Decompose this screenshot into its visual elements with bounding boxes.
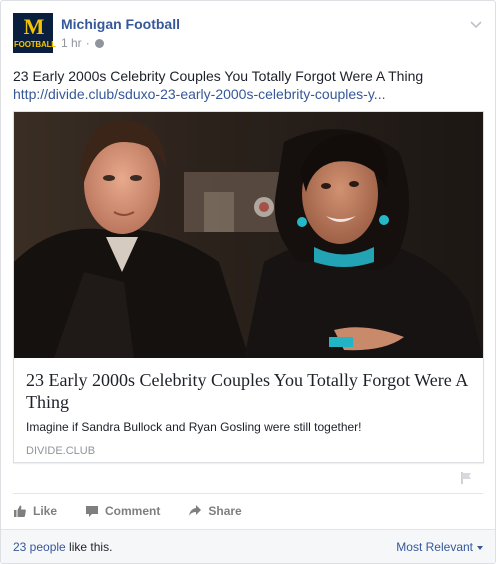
- page-name-link[interactable]: Michigan Football: [61, 15, 180, 33]
- sort-label: Most Relevant: [396, 540, 473, 554]
- feed-post: M FOOTBALL Michigan Football 1 hr · 23 E…: [0, 0, 496, 564]
- preview-title[interactable]: 23 Early 2000s Celebrity Couples You Tot…: [26, 369, 471, 413]
- page-avatar[interactable]: M FOOTBALL: [13, 13, 56, 53]
- preview-body[interactable]: 23 Early 2000s Celebrity Couples You Tot…: [14, 358, 483, 462]
- action-bar: Like Comment Share: [13, 497, 270, 525]
- post-header: M FOOTBALL Michigan Football 1 hr ·: [13, 13, 483, 55]
- meta-separator: ·: [85, 36, 90, 50]
- preview-description: Imagine if Sandra Bullock and Ryan Gosli…: [26, 420, 362, 434]
- share-icon: [189, 505, 202, 516]
- caret-down-icon: [477, 546, 483, 550]
- comment-sort-dropdown[interactable]: Most Relevant: [396, 540, 483, 554]
- chevron-down-icon[interactable]: [469, 17, 483, 31]
- likes-suffix: like this.: [65, 540, 113, 554]
- post-timestamp[interactable]: 1 hr: [61, 35, 82, 51]
- link-preview[interactable]: 23 Early 2000s Celebrity Couples You Tot…: [13, 111, 484, 463]
- post-footer: 23 people like this. Most Relevant: [1, 529, 495, 563]
- globe-icon: [94, 38, 104, 48]
- actions-divider: [13, 493, 483, 494]
- comment-icon: [86, 506, 99, 517]
- post-meta: 1 hr ·: [61, 35, 104, 51]
- comment-label: Comment: [105, 504, 161, 518]
- comment-button[interactable]: Comment: [85, 504, 160, 518]
- like-button[interactable]: Like: [13, 504, 57, 518]
- share-label: Share: [208, 504, 242, 518]
- avatar-subtext: FOOTBALL: [14, 40, 56, 49]
- preview-image[interactable]: [14, 112, 483, 358]
- avatar-letter: M: [23, 14, 45, 39]
- likes-summary: 23 people like this.: [13, 540, 112, 554]
- like-label: Like: [33, 504, 58, 518]
- flag-icon[interactable]: [459, 471, 473, 485]
- post-url-link[interactable]: http://divide.club/sduxo-23-early-2000s-…: [13, 85, 483, 103]
- thumbs-up-icon: [14, 505, 26, 517]
- share-button[interactable]: Share: [188, 504, 242, 518]
- preview-domain: DIVIDE.CLUB: [26, 445, 96, 457]
- couple-photo: [14, 112, 483, 358]
- post-message: 23 Early 2000s Celebrity Couples You Tot…: [13, 68, 424, 84]
- likes-count-link[interactable]: 23 people: [13, 540, 66, 554]
